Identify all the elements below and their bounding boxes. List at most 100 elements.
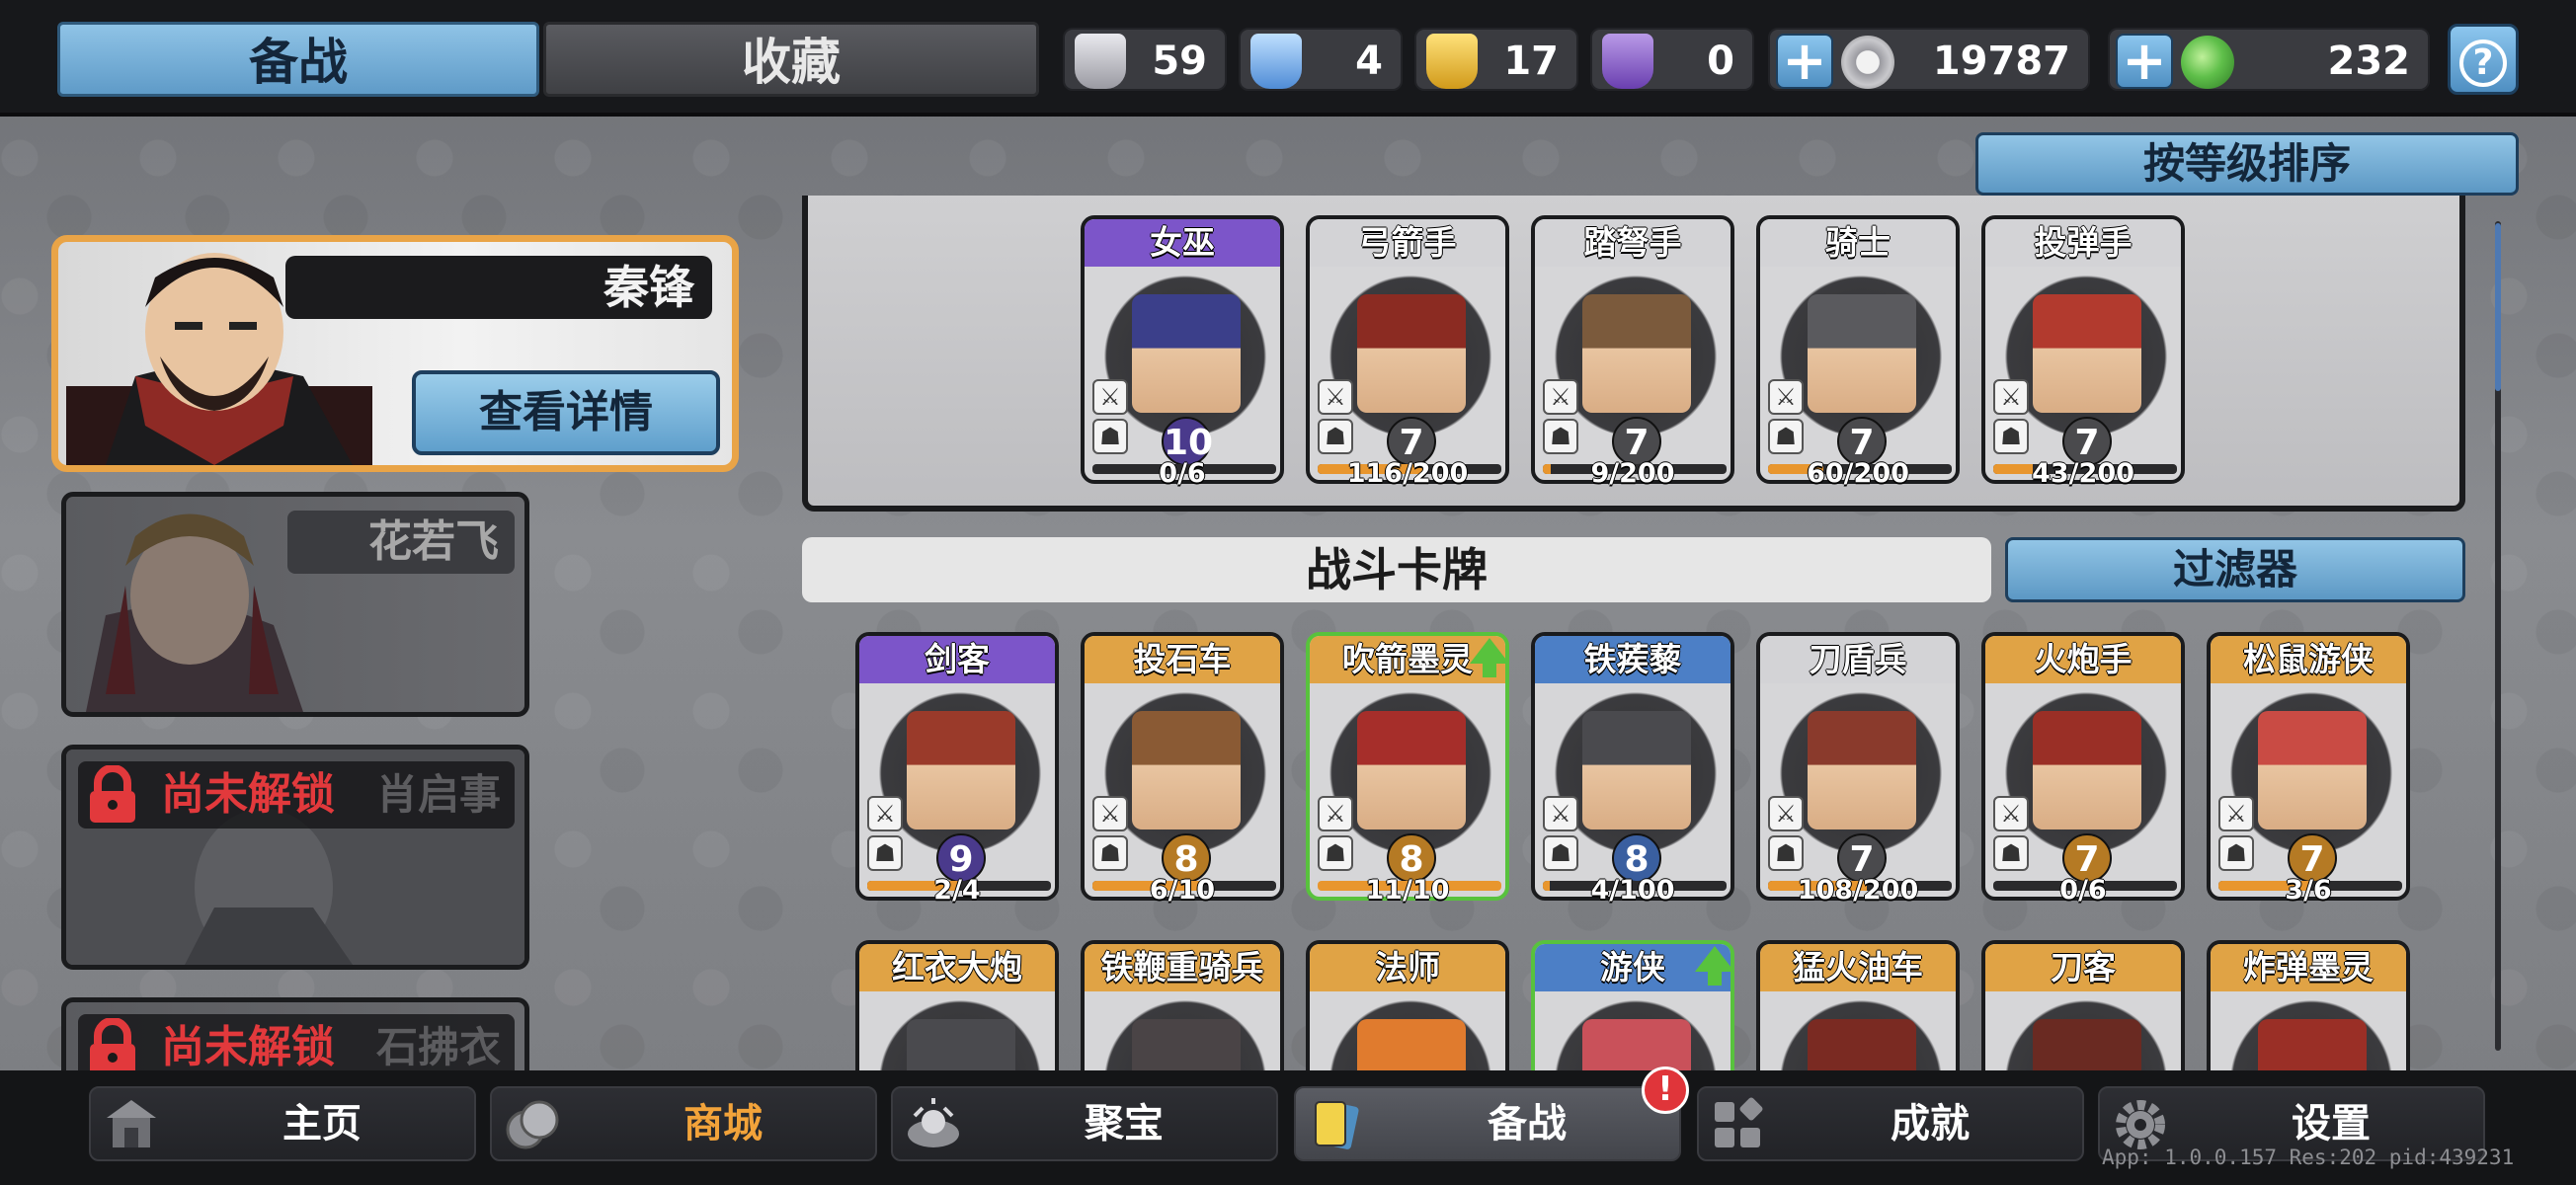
card-progress-text: 4/100 [1590,875,1675,906]
trait-badge-icon: ☗ [1543,835,1578,871]
nav-label: 商城 [684,1101,763,1146]
upgrade-arrow-icon [1695,946,1731,986]
nav-shop[interactable]: 商城 [490,1086,877,1161]
filter-button[interactable]: 过滤器 [2005,537,2465,602]
card-progress-text: 9/200 [1590,458,1675,489]
resource-gold-shield[interactable]: 17 [1414,28,1578,91]
card-deck_cards-1[interactable]: 弓箭手 ⚔ ☗ 7 [1306,215,1509,484]
nav-label: 成就 [1891,1101,1970,1146]
card-title: 猛火油车 [1793,948,1923,987]
type-badge-icon: ⚔ [1092,379,1128,415]
hero-card-selected[interactable]: 秦锋 查看详情 [51,235,739,472]
unit-portrait [1357,294,1466,413]
card-progress-text: 3/6 [2285,875,2332,906]
resource-purple-shield[interactable]: 0 [1590,28,1754,91]
help-button[interactable]: ? [2448,24,2519,95]
achievement-icon [1715,1097,1763,1147]
view-details-button[interactable]: 查看详情 [412,370,720,455]
trait-badge-icon: ☗ [1543,419,1578,454]
hero-card-2[interactable]: 花若飞 [61,492,529,717]
nav-label: 主页 [282,1101,362,1146]
card-battle_cards-5[interactable]: 火炮手 ⚔ ☗ 7 [1981,632,2185,901]
coin-count: 19787 [1932,39,2070,84]
card-battle_cards-6[interactable]: 松鼠游侠 ⚔ ☗ 7 [2207,632,2410,901]
card-title: 踏弩手 [1583,223,1682,262]
add-coins-button[interactable]: + [1776,34,1833,89]
card-deck_cards-4[interactable]: 投弹手 ⚔ ☗ 7 [1981,215,2185,484]
unit-portrait [1357,711,1466,830]
card-battle_cards-1[interactable]: 投石车 ⚔ ☗ 8 [1081,632,1284,901]
nav-prepare[interactable]: 备战 [1294,1086,1681,1161]
cards-icon [1315,1101,1359,1149]
lock-row-1: 尚未解锁 肖启事 [78,761,515,829]
hero-portrait-2 [86,514,303,712]
card-progress-text: 0/6 [1159,458,1206,489]
gem-count: 232 [2327,39,2411,84]
battle-cards-title: 战斗卡牌 [802,537,1991,602]
card-title: 红衣大炮 [892,948,1022,987]
hero-card-locked-1[interactable]: 尚未解锁 肖启事 [61,745,529,970]
card-title: 松鼠游侠 [2243,640,2374,678]
purple-shield-count: 0 [1707,39,1734,84]
unit-portrait [2033,294,2141,413]
resource-silver-shield[interactable]: 59 [1063,28,1227,91]
nav-home[interactable]: 主页 [89,1086,476,1161]
unit-portrait [2033,711,2141,830]
unit-portrait [1808,294,1916,413]
unit-portrait [1582,711,1691,830]
hero-namebar: 秦锋 [285,256,712,319]
trait-badge-icon: ☗ [1318,419,1353,454]
resource-gems[interactable]: + 232 [2108,28,2430,91]
card-progress-text: 0/6 [2059,875,2107,906]
card-battle_cards-2[interactable]: 吹箭墨灵 ⚔ ☗ 8 [1306,632,1509,901]
card-title: 法师 [1375,948,1440,987]
type-badge-icon: ⚔ [1543,379,1578,415]
resource-blue-shield[interactable]: 4 [1239,28,1403,91]
card-title: 铁鞭重骑兵 [1100,948,1264,987]
type-badge-icon: ⚔ [1993,379,2029,415]
unit-portrait [1582,294,1691,413]
green-gem-icon [2181,36,2234,89]
card-progress-text: 2/4 [933,875,981,906]
tab-prepare[interactable]: 备战 [57,22,539,97]
card-title: 女巫 [1150,223,1215,262]
card-deck_cards-0[interactable]: 女巫 ⚔ ☗ 10 [1081,215,1284,484]
unit-portrait [2258,711,2367,830]
card-battle_cards-0[interactable]: 剑客 ⚔ ☗ 9 [855,632,1059,901]
silver-coin-icon [1841,36,1894,89]
card-progress-text: 43/200 [2032,458,2134,489]
card-battle_cards-3[interactable]: 铁蒺藜 ⚔ ☗ 8 [1531,632,1734,901]
card-title: 投石车 [1133,640,1232,678]
upgrade-arrow-icon [1470,638,1505,677]
card-battle_cards-4[interactable]: 刀盾兵 ⚔ ☗ 7 [1756,632,1960,901]
card-title: 铁蒺藜 [1583,640,1682,678]
silver-shield-icon [1075,34,1126,89]
type-badge-icon: ⚔ [1768,796,1804,831]
add-gems-button[interactable]: + [2116,34,2173,89]
type-badge-icon: ⚔ [1092,796,1128,831]
version-info: App: 1.0.0.157 Res:202 pid:439231 [2102,1146,2515,1169]
lock-icon [90,765,135,823]
resource-coins[interactable]: + 19787 [1768,28,2090,91]
card-title: 投弹手 [2034,223,2133,262]
unit-portrait [1808,711,1916,830]
nav-treasure[interactable]: 聚宝 [891,1086,1278,1161]
type-badge-icon: ⚔ [1993,796,2029,831]
nav-achievement[interactable]: 成就 [1697,1086,2084,1161]
locked-label: 尚未解锁 [161,769,335,820]
gold-shield-count: 17 [1503,39,1559,84]
top-bar: 备战 收藏 59 4 17 0 + 19787 + 232 ? [0,0,2576,117]
shop-coins-icon [506,1100,559,1149]
type-badge-icon: ⚔ [1768,379,1804,415]
card-progress-text: 60/200 [1807,458,1909,489]
sort-by-level-button[interactable]: 按等级排序 [1975,132,2519,196]
card-deck_cards-2[interactable]: 踏弩手 ⚔ ☗ 7 [1531,215,1734,484]
purple-shield-icon [1602,34,1653,89]
scrollbar-thumb[interactable] [2495,223,2501,391]
unit-portrait [907,711,1015,830]
card-progress-text: 116/200 [1346,458,1469,489]
card-title: 骑士 [1825,223,1891,262]
unit-portrait [1132,294,1241,413]
tab-collection[interactable]: 收藏 [543,22,1039,97]
card-deck_cards-3[interactable]: 骑士 ⚔ ☗ 7 [1756,215,1960,484]
